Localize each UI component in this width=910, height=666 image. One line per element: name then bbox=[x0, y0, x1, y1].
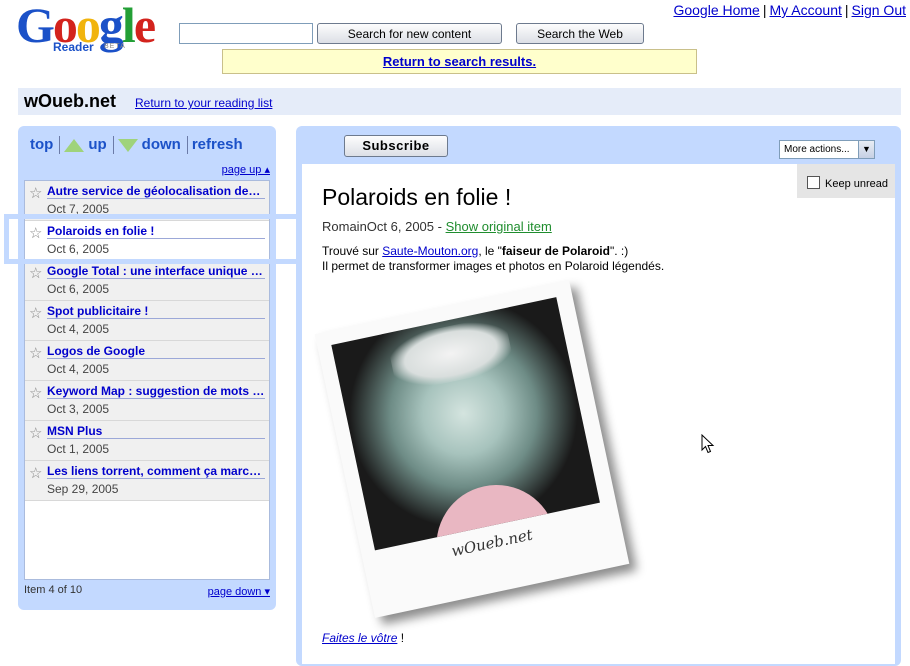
item-list-panel: top up down refresh page up ▴ ☆ Autre servi… bbox=[18, 126, 276, 610]
nav-divider bbox=[59, 136, 61, 155]
list-item[interactable]: ☆ Google Total : une interface unique b…… bbox=[25, 261, 269, 301]
entry-content: Keep unread Polaroids en folie ! RomainO… bbox=[302, 164, 895, 664]
item-count: Item 4 of 10 bbox=[24, 584, 83, 596]
search-input[interactable] bbox=[179, 23, 313, 44]
logo-letter: e bbox=[133, 0, 156, 53]
star-icon[interactable]: ☆ bbox=[29, 184, 42, 202]
return-to-search-results-link[interactable]: Return to search results. bbox=[383, 54, 536, 69]
item-title: Google Total : une interface unique b… bbox=[47, 264, 265, 279]
item-date: Oct 4, 2005 bbox=[47, 362, 110, 376]
logo-beta-label: BETA bbox=[104, 43, 126, 50]
navigation-bar: top up down refresh bbox=[30, 136, 245, 155]
nav-divider bbox=[186, 136, 188, 155]
item-title: Les liens torrent, comment ça marc… bbox=[47, 464, 265, 479]
star-icon[interactable]: ☆ bbox=[29, 304, 42, 322]
sign-out-link[interactable]: Sign Out bbox=[852, 2, 906, 18]
item-date: Oct 3, 2005 bbox=[47, 402, 110, 416]
show-original-item-link[interactable]: Show original item bbox=[446, 219, 552, 234]
keep-unread-toggle[interactable]: Keep unread bbox=[797, 164, 895, 198]
nav-top-button[interactable]: top bbox=[30, 136, 53, 153]
logo-reader-label: Reader bbox=[53, 40, 94, 54]
feed-title: wOueb.net bbox=[24, 91, 117, 111]
subscribe-button[interactable]: Subscribe bbox=[344, 135, 448, 157]
star-icon[interactable]: ☆ bbox=[29, 264, 42, 282]
logo-letter: G bbox=[16, 0, 55, 53]
return-to-reading-list-link[interactable]: Return to your reading list bbox=[135, 96, 272, 110]
faites-line: Faites le vôtre ! bbox=[322, 631, 404, 645]
entry-title[interactable]: Polaroids en folie ! bbox=[322, 184, 511, 211]
nav-up-button[interactable]: up bbox=[64, 136, 107, 153]
up-arrow-icon bbox=[64, 138, 85, 152]
link-separator: | bbox=[844, 2, 849, 18]
google-home-link[interactable]: Google Home bbox=[673, 2, 759, 18]
list-item[interactable]: ☆ Les liens torrent, comment ça marc… Se… bbox=[25, 461, 269, 501]
page-down-link[interactable]: page down ▾ bbox=[208, 585, 270, 598]
star-icon[interactable]: ☆ bbox=[29, 424, 42, 442]
polaroid-image: wOueb.net bbox=[314, 280, 630, 618]
item-title: Keyword Map : suggestion de mots … bbox=[47, 384, 265, 399]
body-text: Il permet de transformer images et photo… bbox=[322, 259, 665, 273]
list-item[interactable]: ☆ Keyword Map : suggestion de mots … Oct… bbox=[25, 381, 269, 421]
feed-title-bar: wOueb.net Return to your reading list bbox=[18, 88, 901, 115]
photo-hair-highlight bbox=[386, 314, 516, 394]
polaroid-photo bbox=[331, 297, 600, 551]
list-item[interactable]: ☆ Logos de Google Oct 4, 2005 bbox=[25, 341, 269, 381]
body-text: , le " bbox=[478, 244, 502, 258]
item-date: Oct 4, 2005 bbox=[47, 322, 110, 336]
item-title: Autre service de géolocalisation des… bbox=[47, 184, 265, 199]
star-icon[interactable]: ☆ bbox=[29, 464, 42, 482]
return-results-banner: Return to search results. bbox=[222, 49, 697, 74]
chevron-down-icon: ▼ bbox=[858, 141, 874, 158]
star-icon[interactable]: ☆ bbox=[29, 384, 42, 402]
faites-le-votre-link[interactable]: Faites le vôtre bbox=[322, 631, 397, 645]
selected-item-frame bbox=[4, 214, 300, 264]
account-links: Google Home | My Account | Sign Out bbox=[673, 2, 906, 18]
item-date: Oct 6, 2005 bbox=[47, 282, 110, 296]
search-web-button[interactable]: Search the Web bbox=[516, 23, 644, 44]
nav-refresh-button[interactable]: refresh bbox=[192, 136, 243, 153]
item-title: Logos de Google bbox=[47, 344, 265, 359]
more-actions-dropdown[interactable]: More actions... ▼ bbox=[779, 140, 875, 159]
nav-down-label: down bbox=[141, 136, 181, 153]
keep-unread-checkbox[interactable] bbox=[807, 176, 820, 189]
google-reader-logo[interactable]: Google Reader BETA bbox=[16, 0, 161, 54]
item-date: Sep 29, 2005 bbox=[47, 482, 119, 496]
nav-divider bbox=[112, 136, 114, 155]
list-item[interactable]: ☆ MSN Plus Oct 1, 2005 bbox=[25, 421, 269, 461]
search-new-content-button[interactable]: Search for new content bbox=[317, 23, 502, 44]
item-date: Oct 1, 2005 bbox=[47, 442, 110, 456]
nav-up-label: up bbox=[88, 136, 107, 153]
page-up-link[interactable]: page up ▴ bbox=[222, 163, 270, 176]
more-actions-label: More actions... bbox=[784, 144, 850, 155]
entry-meta: RomainOct 6, 2005 - Show original item bbox=[322, 219, 552, 234]
entry-panel: Subscribe More actions... ▼ Keep unread … bbox=[296, 126, 901, 666]
item-title: Spot publicitaire ! bbox=[47, 304, 265, 319]
entry-body: Trouvé sur Saute-Mouton.org, le "faiseur… bbox=[322, 244, 664, 274]
keep-unread-label: Keep unread bbox=[825, 178, 888, 190]
body-bold-text: faiseur de Polaroid bbox=[501, 244, 610, 258]
down-arrow-icon bbox=[117, 138, 138, 152]
list-item[interactable]: ☆ Spot publicitaire ! Oct 4, 2005 bbox=[25, 301, 269, 341]
item-title: MSN Plus bbox=[47, 424, 265, 439]
my-account-link[interactable]: My Account bbox=[770, 2, 842, 18]
mouse-cursor-icon bbox=[701, 434, 715, 454]
saute-mouton-link[interactable]: Saute-Mouton.org bbox=[382, 244, 478, 258]
nav-down-button[interactable]: down bbox=[117, 136, 181, 153]
body-text: Trouvé sur bbox=[322, 244, 383, 258]
entry-author-date: RomainOct 6, 2005 - bbox=[322, 219, 442, 234]
link-separator: | bbox=[762, 2, 767, 18]
body-text: ". :) bbox=[609, 244, 629, 258]
star-icon[interactable]: ☆ bbox=[29, 344, 42, 362]
faites-suffix: ! bbox=[397, 631, 405, 645]
